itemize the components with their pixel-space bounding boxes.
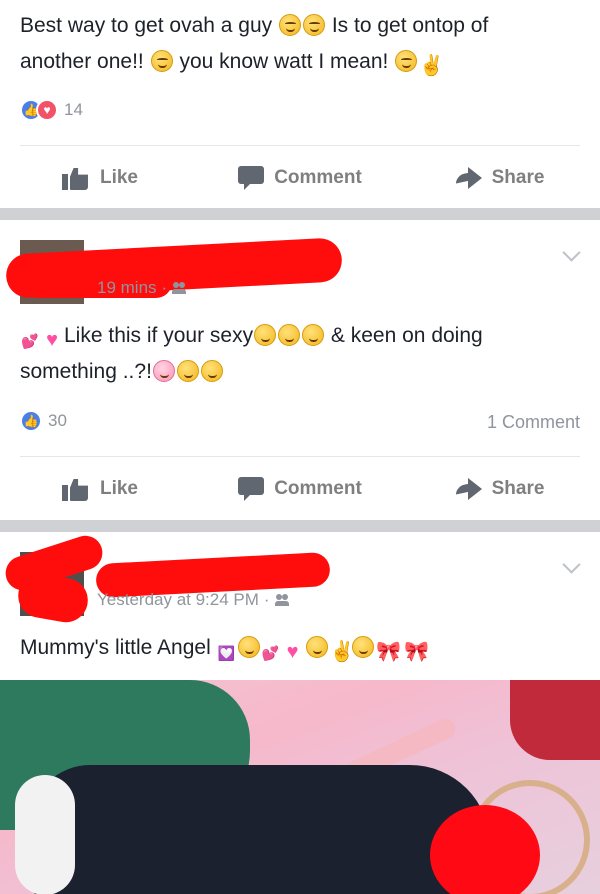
post-1-text: you know watt I mean! <box>173 50 395 73</box>
post-2-text: something ..?! <box>20 360 152 383</box>
share-button[interactable]: Share <box>400 167 600 189</box>
reaction-summary[interactable]: 👍 30 <box>20 410 67 432</box>
comment-button[interactable]: Comment <box>200 166 400 190</box>
ribbon-icon: 🎀 <box>404 641 430 663</box>
comment-icon <box>238 166 265 190</box>
victory-hand-icon: ✌ <box>329 641 355 663</box>
like-reaction-icon: 👍 <box>20 410 42 432</box>
photo-sock <box>15 775 75 894</box>
victory-hand-icon: ✌ <box>419 55 445 77</box>
meta-separator: · <box>263 590 270 609</box>
sparkling-heart-icon: ♥ <box>46 329 58 351</box>
share-label: Share <box>491 478 545 499</box>
comment-label: Comment <box>274 478 362 499</box>
like-button[interactable]: Like <box>0 477 200 501</box>
comment-icon <box>238 477 265 501</box>
share-label: Share <box>491 167 545 188</box>
heart-decoration-icon: 💟 <box>217 645 236 661</box>
wink-emoji-icon <box>200 360 223 382</box>
reaction-count: 14 <box>64 100 83 119</box>
friends-icon <box>172 282 188 294</box>
divider <box>20 456 580 457</box>
share-button[interactable]: Share <box>400 478 600 500</box>
like-icon <box>61 166 90 190</box>
yum-emoji-icon <box>152 360 175 382</box>
angel-emoji-icon <box>351 636 374 658</box>
comment-button[interactable]: Comment <box>200 477 400 501</box>
post-separator <box>0 520 600 532</box>
post-1-text: Is to get ontop of <box>326 14 489 37</box>
photo-baby <box>30 765 490 894</box>
redaction-mark <box>430 805 540 894</box>
post-2-text: & keen on doing <box>325 324 483 347</box>
photo-blanket <box>510 680 600 760</box>
blush-emoji-icon <box>395 50 418 72</box>
post-time[interactable]: Yesterday at 9:24 PM <box>97 590 259 610</box>
post-3-message: Mummy's little Angel 💟 💕 ♥ ✌ 🎀 🎀 <box>20 630 590 666</box>
share-icon <box>456 167 482 189</box>
post-1-text: another one!! <box>20 50 150 73</box>
post-actions: Like Comment Share <box>0 459 600 519</box>
post-time[interactable]: 19 mins <box>97 278 157 298</box>
post-actions: Like Comment Share <box>0 148 600 208</box>
squinting-tongue-emoji-icon <box>278 324 301 346</box>
post-meta: Yesterday at 9:24 PM · <box>97 590 291 610</box>
chevron-down-icon[interactable] <box>562 558 580 576</box>
zany-face-emoji-icon <box>302 324 325 346</box>
two-hearts-icon: 💕 <box>261 645 280 661</box>
post-photo[interactable] <box>0 680 600 894</box>
post-1-text: Best way to get ovah a guy <box>20 14 278 37</box>
meta-separator: · <box>161 278 168 297</box>
post-1-message: Best way to get ovah a guy Is to get ont… <box>20 8 590 80</box>
like-label: Like <box>99 478 139 499</box>
blush-emoji-icon <box>279 14 301 36</box>
wink-emoji-icon <box>176 360 199 382</box>
love-reaction-icon: ♥ <box>36 99 58 121</box>
divider <box>20 145 580 146</box>
like-icon <box>61 477 90 501</box>
post-2-message: 💕 ♥ Like this if your sexy & keen on doing… <box>20 318 590 390</box>
two-hearts-icon: 💕 <box>21 333 39 349</box>
blush-emoji-icon <box>303 14 325 36</box>
heart-eyes-emoji-icon <box>254 324 277 346</box>
comment-label: Comment <box>274 167 362 188</box>
blush-emoji-icon <box>150 50 173 72</box>
share-icon <box>456 478 482 500</box>
post-meta: 19 mins · <box>97 278 188 298</box>
post-1: Best way to get ovah a guy Is to get ont… <box>0 0 600 208</box>
friends-icon <box>274 594 291 606</box>
post-separator <box>0 208 600 220</box>
post-2: 19 mins · 💕 ♥ Like this if your sexy & kee… <box>0 220 600 520</box>
like-button[interactable]: Like <box>0 166 200 190</box>
post-3-text: Mummy's little Angel <box>20 636 211 659</box>
reaction-summary[interactable]: 👍 ♥ 14 <box>20 99 83 121</box>
ribbon-icon: 🎀 <box>376 641 402 663</box>
reaction-count: 30 <box>48 411 67 430</box>
comment-count-link[interactable]: 1 Comment <box>487 412 580 433</box>
post-2-text: Like this if your sexy <box>64 324 254 347</box>
kissing-heart-emoji-icon <box>237 636 260 658</box>
heartbeat-icon: ♥ <box>286 641 299 663</box>
like-label: Like <box>99 167 139 188</box>
baby-emoji-icon <box>305 636 328 658</box>
chevron-down-icon[interactable] <box>562 246 580 264</box>
